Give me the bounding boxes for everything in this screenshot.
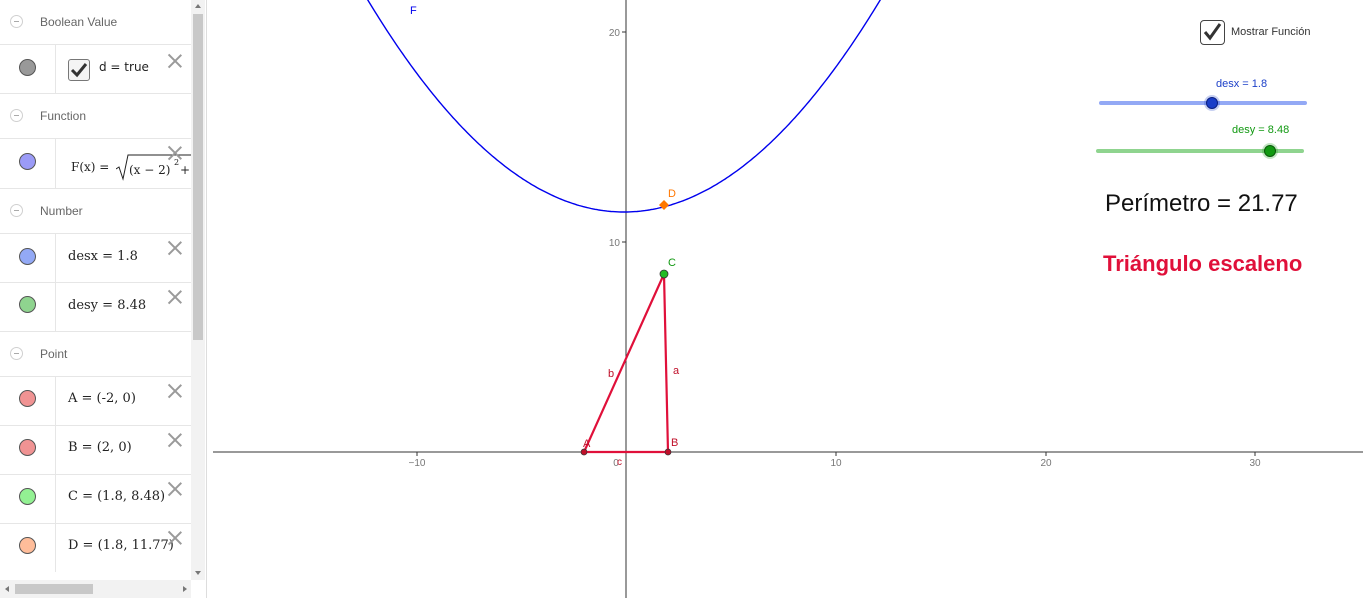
group-header-point[interactable]: Point: [0, 332, 191, 377]
point-A[interactable]: [580, 448, 588, 456]
item-label: D = (1.8, 11.77): [68, 538, 174, 553]
delete-icon[interactable]: [167, 53, 183, 69]
item-label: A = (-2, 0): [68, 391, 136, 406]
group-header-boolean[interactable]: Boolean Value: [0, 0, 191, 45]
segment-label-a: a: [673, 365, 680, 377]
y-tick-label: 10: [609, 238, 621, 249]
group-label: Number: [40, 204, 83, 218]
svg-text:(x − 2): (x − 2): [129, 163, 170, 177]
perimeter-text: Perímetro = 21.77: [1105, 190, 1298, 217]
x-tick-label: 20: [1040, 458, 1052, 469]
color-dot-icon[interactable]: [19, 488, 36, 505]
color-dot-icon[interactable]: [19, 59, 36, 76]
color-dot-icon[interactable]: [19, 248, 36, 265]
svg-text:+ 8: + 8: [180, 163, 191, 177]
group-header-function[interactable]: Function: [0, 94, 191, 139]
item-label: desx = 1.8: [68, 249, 138, 264]
delete-icon[interactable]: [167, 481, 183, 497]
scroll-left-icon[interactable]: [3, 584, 11, 594]
graphics-canvas[interactable]: −10 0 10 20 30 20 10 F A B C D a b c: [213, 0, 1366, 598]
color-dot-icon[interactable]: [19, 439, 36, 456]
checkmark-icon: [1203, 23, 1222, 41]
list-item-D[interactable]: D = (1.8, 11.77): [0, 524, 191, 572]
delete-icon[interactable]: [167, 530, 183, 546]
visibility-marker[interactable]: [0, 377, 56, 425]
item-label: desy = 8.48: [68, 298, 147, 313]
visibility-marker[interactable]: [0, 524, 56, 572]
slider-desy-label: desy = 8.48: [1232, 124, 1290, 136]
list-item-A[interactable]: A = (-2, 0): [0, 377, 191, 426]
color-dot-icon[interactable]: [19, 153, 36, 170]
curve-label: F: [410, 5, 417, 17]
point-label-B: B: [671, 437, 678, 449]
view-splitter[interactable]: [206, 0, 213, 598]
visibility-marker[interactable]: [0, 139, 56, 188]
scroll-up-icon[interactable]: [193, 2, 203, 10]
x-tick-label: 10: [830, 458, 842, 469]
collapse-icon[interactable]: [10, 204, 23, 217]
list-item-C[interactable]: C = (1.8, 8.48): [0, 475, 191, 524]
y-tick-label: 20: [609, 28, 621, 39]
graphics-view[interactable]: −10 0 10 20 30 20 10 F A B C D a b c Mos…: [213, 0, 1366, 598]
list-item-desx[interactable]: desx = 1.8: [0, 234, 191, 283]
segment-label-c: c: [617, 457, 622, 468]
slider-desx-handle[interactable]: [1206, 97, 1218, 109]
item-label: C = (1.8, 8.48): [68, 489, 166, 504]
group-label: Function: [40, 109, 87, 123]
list-item-desy[interactable]: desy = 8.48: [0, 283, 191, 332]
vertical-scroll-thumb[interactable]: [193, 14, 203, 340]
collapse-icon[interactable]: [10, 347, 23, 360]
point-D[interactable]: [659, 200, 669, 210]
point-label-C: C: [668, 257, 676, 269]
scroll-down-icon[interactable]: [193, 569, 203, 577]
group-header-number[interactable]: Number: [0, 189, 191, 234]
visibility-marker[interactable]: [0, 234, 56, 282]
group-label: Boolean Value: [40, 15, 118, 29]
color-dot-icon[interactable]: [19, 296, 36, 313]
list-item-d[interactable]: d = true: [0, 45, 191, 94]
boolean-checkbox[interactable]: [68, 59, 90, 81]
delete-icon[interactable]: [167, 432, 183, 448]
item-label: F(x) =: [71, 160, 110, 174]
point-label-D: D: [668, 188, 676, 200]
color-dot-icon[interactable]: [19, 537, 36, 554]
visibility-marker[interactable]: [0, 45, 56, 93]
x-tick-label: 30: [1249, 458, 1261, 469]
collapse-icon[interactable]: [10, 15, 23, 28]
item-label: d = true: [99, 60, 149, 74]
checkmark-icon: [70, 63, 88, 78]
delete-icon[interactable]: [167, 383, 183, 399]
point-B[interactable]: [664, 448, 672, 456]
function-curve-F[interactable]: [363, 0, 913, 213]
group-label: Point: [40, 347, 68, 361]
item-label: B = (2, 0): [68, 440, 132, 455]
color-dot-icon[interactable]: [19, 390, 36, 407]
collapse-icon[interactable]: [10, 109, 23, 122]
horizontal-scroll-thumb[interactable]: [15, 584, 93, 594]
x-tick-label: −10: [409, 458, 426, 469]
point-C[interactable]: [659, 269, 669, 279]
algebra-view: Boolean Value d = true Function F(x) = (…: [0, 0, 191, 598]
visibility-marker[interactable]: [0, 283, 56, 331]
visibility-marker[interactable]: [0, 475, 56, 523]
slider-desy-handle[interactable]: [1264, 145, 1276, 157]
point-label-A: A: [583, 438, 591, 450]
slider-desx-label: desx = 1.8: [1216, 78, 1268, 90]
list-item-F[interactable]: F(x) = (x − 2) 2 + 8: [0, 139, 191, 189]
show-function-checkbox[interactable]: [1200, 20, 1225, 45]
delete-icon[interactable]: [167, 145, 183, 161]
segment-label-b: b: [608, 368, 614, 380]
classification-text: Triángulo escaleno: [1103, 251, 1303, 276]
delete-icon[interactable]: [167, 240, 183, 256]
visibility-marker[interactable]: [0, 426, 56, 474]
list-item-B[interactable]: B = (2, 0): [0, 426, 191, 475]
delete-icon[interactable]: [167, 289, 183, 305]
scroll-right-icon[interactable]: [181, 584, 189, 594]
show-function-label[interactable]: Mostrar Función: [1231, 26, 1310, 38]
